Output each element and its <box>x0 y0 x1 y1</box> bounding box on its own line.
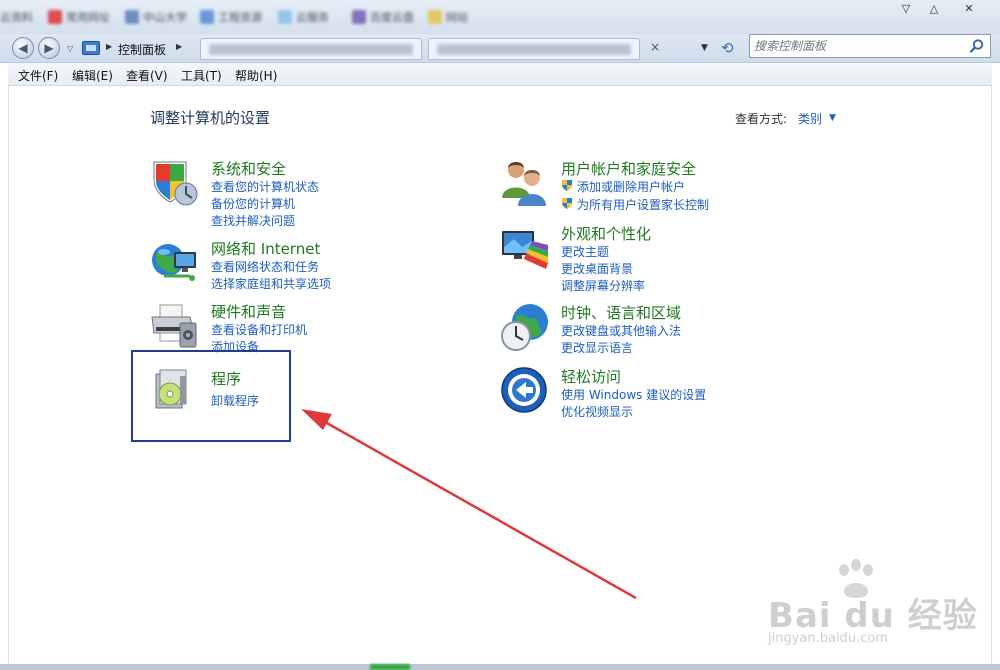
view-by-dropdown[interactable]: 类别 <box>798 110 822 127</box>
menu-bar: 文件(F) 编辑(E) 查看(V) 工具(T) 帮助(H) <box>8 63 992 86</box>
category-link[interactable]: 选择家庭组和共享选项 <box>211 275 331 292</box>
category-title[interactable]: 外观和个性化 <box>561 223 651 244</box>
category-link[interactable]: 优化视频显示 <box>561 403 633 420</box>
printer-speaker-icon[interactable] <box>150 301 200 351</box>
taskbar-edge <box>0 664 1000 670</box>
watermark-url: jingyan.baidu.com <box>768 631 888 646</box>
uac-shield-icon <box>562 180 572 191</box>
category-link[interactable]: 调整屏幕分辨率 <box>561 277 645 294</box>
bookmark-item[interactable]: 云服务 <box>278 10 329 24</box>
watermark-brand: Bai du 经验 <box>768 596 978 636</box>
menu-help[interactable]: 帮助(H) <box>235 67 277 84</box>
close-tab-icon[interactable]: × <box>650 40 660 54</box>
recent-pages-dropdown-icon[interactable]: ▽ <box>67 44 73 53</box>
category-title[interactable]: 网络和 Internet <box>211 238 320 259</box>
browser-tab[interactable] <box>428 38 640 60</box>
category-link[interactable]: 备份您的计算机 <box>211 195 295 212</box>
bookmarks-bar: 云资料 常用网址 中山大学 工程资源 云服务 百度云盘 网站 ▽ △ ✕ <box>0 0 1000 34</box>
uac-shield-icon <box>562 198 572 209</box>
clock-globe-icon[interactable] <box>500 302 550 352</box>
shield-computer-icon[interactable] <box>150 158 200 208</box>
page-title: 调整计算机的设置 <box>150 109 271 127</box>
category-link[interactable]: 使用 Windows 建议的设置 <box>561 386 706 403</box>
ease-of-access-icon[interactable] <box>500 366 550 416</box>
search-icon[interactable] <box>969 38 985 54</box>
category-title[interactable]: 轻松访问 <box>561 366 621 387</box>
breadcrumb-control-panel[interactable]: 控制面板 <box>118 41 166 58</box>
menu-tools[interactable]: 工具(T) <box>181 67 222 84</box>
users-icon[interactable] <box>500 158 550 208</box>
category-title[interactable]: 时钟、语言和区域 <box>561 302 681 323</box>
control-panel-icon <box>82 41 100 55</box>
category-link[interactable]: 查看您的计算机状态 <box>211 178 319 195</box>
minimize-button[interactable]: ▽ <box>897 2 915 16</box>
bookmark-item[interactable]: 网站 <box>428 10 468 24</box>
menu-view[interactable]: 查看(V) <box>126 67 168 84</box>
category-title[interactable]: 用户帐户和家庭安全 <box>561 158 696 179</box>
category-title[interactable]: 硬件和声音 <box>211 301 286 322</box>
back-button[interactable]: ◀ <box>12 37 34 59</box>
forward-button[interactable]: ▶ <box>38 37 60 59</box>
category-link[interactable]: 查找并解决问题 <box>211 212 295 229</box>
network-globe-icon[interactable] <box>150 238 200 288</box>
category-title[interactable]: 系统和安全 <box>211 158 286 179</box>
bookmark-item[interactable]: 百度云盘 <box>352 10 414 24</box>
category-link[interactable]: 更改显示语言 <box>561 339 633 356</box>
highlight-box <box>131 350 291 442</box>
category-link[interactable]: 更改主题 <box>561 243 609 260</box>
menu-edit[interactable]: 编辑(E) <box>72 67 113 84</box>
category-link[interactable]: 添加或删除用户帐户 <box>577 178 685 195</box>
search-input[interactable] <box>754 37 962 55</box>
category-link[interactable]: 更改桌面背景 <box>561 260 633 277</box>
category-link[interactable]: 查看设备和打印机 <box>211 321 307 338</box>
search-box <box>749 34 991 58</box>
monitor-palette-icon[interactable] <box>500 223 550 273</box>
category-link[interactable]: 为所有用户设置家长控制 <box>577 196 709 213</box>
category-link[interactable]: 更改键盘或其他输入法 <box>561 322 681 339</box>
bookmark-item[interactable]: 常用网址 <box>48 10 110 24</box>
browser-tab[interactable] <box>200 38 422 60</box>
chevron-down-icon[interactable]: ▼ <box>829 113 836 123</box>
refresh-icon[interactable]: ⟲ <box>721 39 734 57</box>
menu-file[interactable]: 文件(F) <box>18 67 58 84</box>
breadcrumb-arrow-icon[interactable]: ▶ <box>176 42 182 51</box>
bookmark-item[interactable]: 工程资源 <box>200 10 262 24</box>
close-button[interactable]: ✕ <box>960 2 978 16</box>
view-by-label: 查看方式: <box>735 112 788 126</box>
bookmark-item[interactable]: 云资料 <box>0 10 33 24</box>
category-link[interactable]: 查看网络状态和任务 <box>211 258 319 275</box>
address-dropdown-icon[interactable]: ▼ <box>701 43 708 53</box>
bookmark-item[interactable]: 中山大学 <box>125 10 187 24</box>
maximize-button[interactable]: △ <box>925 2 943 16</box>
breadcrumb-arrow-icon[interactable]: ▶ <box>106 42 112 51</box>
